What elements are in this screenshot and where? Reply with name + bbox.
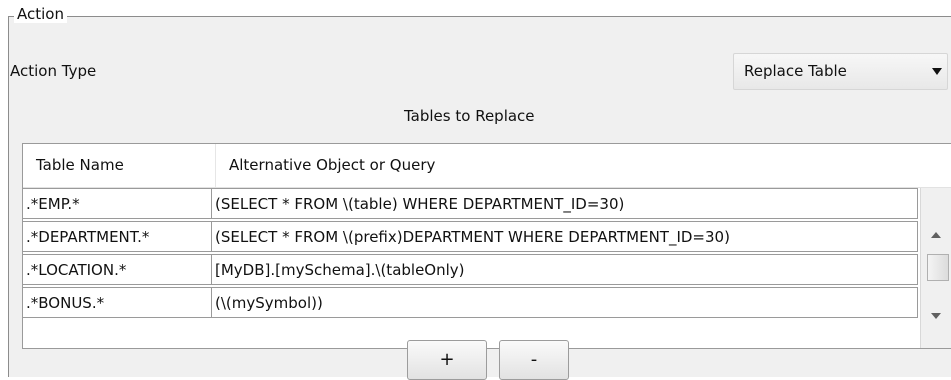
table-name-text: .*LOCATION.* xyxy=(26,261,127,279)
query-text: [MyDB].[mySchema].\(tableOnly) xyxy=(215,261,465,279)
table-name-cell[interactable]: .*EMP.* xyxy=(23,188,212,219)
scroll-down-arrow-icon[interactable] xyxy=(930,312,942,320)
table-name-text: .*EMP.* xyxy=(26,195,80,213)
add-row-button[interactable]: + xyxy=(407,340,487,380)
replace-tables-table: Table Name Alternative Object or Query .… xyxy=(22,143,951,349)
remove-row-button[interactable]: - xyxy=(499,340,569,380)
table-name-cell[interactable]: .*LOCATION.* xyxy=(23,254,212,285)
query-cell[interactable]: [MyDB].[mySchema].\(tableOnly) xyxy=(211,254,918,285)
query-cell[interactable]: (\(mySymbol)) xyxy=(211,287,918,318)
table-scrollbar[interactable] xyxy=(920,188,951,348)
action-type-dropdown[interactable]: Replace Table xyxy=(733,53,948,90)
header-alternative-query[interactable]: Alternative Object or Query xyxy=(229,156,435,174)
table-name-cell[interactable]: .*DEPARTMENT.* xyxy=(23,221,212,252)
query-text: (\(mySymbol)) xyxy=(215,294,323,312)
tables-caption: Tables to Replace xyxy=(404,107,535,125)
header-table-name[interactable]: Table Name xyxy=(36,156,124,174)
chevron-down-icon xyxy=(932,68,942,75)
table-name-text: .*DEPARTMENT.* xyxy=(26,228,150,246)
table-row[interactable]: .*EMP.* (SELECT * FROM \(table) WHERE DE… xyxy=(23,188,919,219)
action-group-title: Action xyxy=(14,5,67,23)
table-name-text: .*BONUS.* xyxy=(26,294,105,312)
query-cell[interactable]: (SELECT * FROM \(table) WHERE DEPARTMENT… xyxy=(211,188,918,219)
action-type-label: Action Type xyxy=(10,62,97,80)
table-row[interactable]: .*BONUS.* (\(mySymbol)) xyxy=(23,287,919,318)
table-row[interactable]: .*DEPARTMENT.* (SELECT * FROM \(prefix)D… xyxy=(23,221,919,252)
header-divider xyxy=(215,144,216,187)
query-cell[interactable]: (SELECT * FROM \(prefix)DEPARTMENT WHERE… xyxy=(211,221,918,252)
query-text: (SELECT * FROM \(table) WHERE DEPARTMENT… xyxy=(215,195,625,213)
table-header-row: Table Name Alternative Object or Query xyxy=(23,144,951,188)
query-text: (SELECT * FROM \(prefix)DEPARTMENT WHERE… xyxy=(215,228,730,246)
action-type-selected: Replace Table xyxy=(744,62,847,80)
table-name-cell[interactable]: .*BONUS.* xyxy=(23,287,212,318)
scroll-up-arrow-icon[interactable] xyxy=(930,231,942,239)
scrollbar-thumb[interactable] xyxy=(927,254,949,281)
table-row[interactable]: .*LOCATION.* [MyDB].[mySchema].\(tableOn… xyxy=(23,254,919,285)
